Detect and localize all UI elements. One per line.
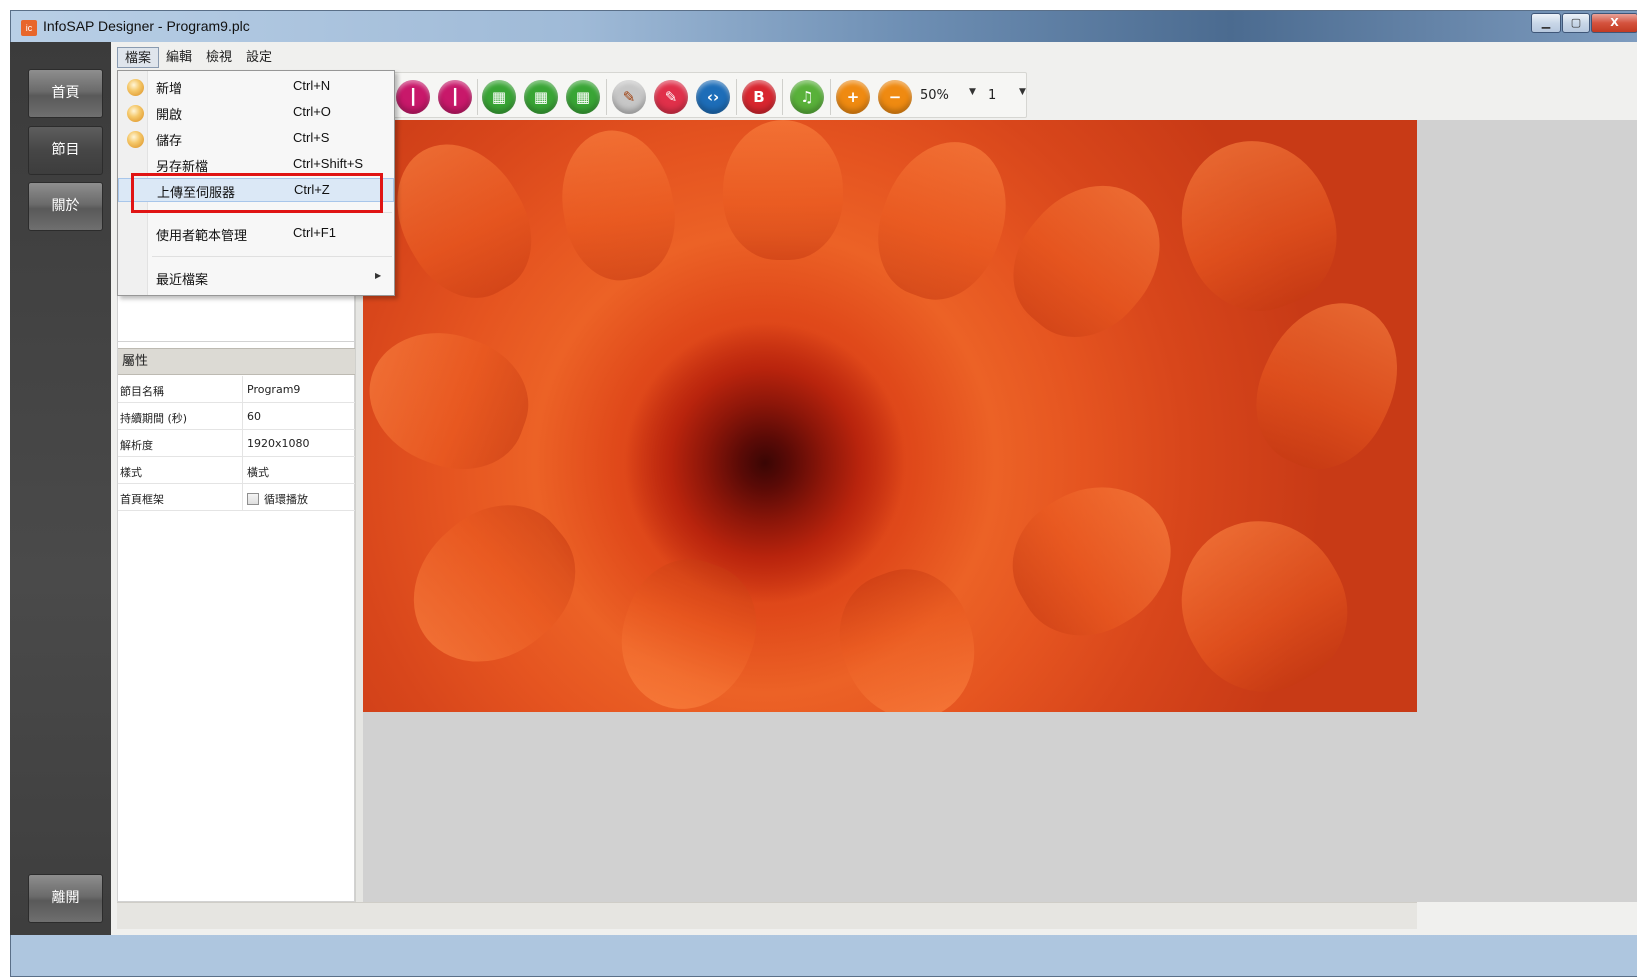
- program-name-value[interactable]: Program9: [247, 383, 300, 396]
- divider: [242, 484, 243, 511]
- canvas-area[interactable]: [363, 120, 1637, 902]
- code-icon[interactable]: ‹›: [696, 80, 730, 114]
- image-detail: [986, 156, 1190, 364]
- image-detail: [371, 120, 555, 320]
- zoom-in-icon[interactable]: +: [836, 80, 870, 114]
- divider: [242, 430, 243, 457]
- open-icon: [127, 105, 144, 122]
- loop-play-option[interactable]: 循環播放: [247, 491, 308, 507]
- loop-play-checkbox[interactable]: [247, 493, 259, 505]
- menu-bar: 檔案 編輯 檢視 設定: [117, 47, 279, 69]
- chevron-down-icon[interactable]: ▼: [969, 87, 976, 97]
- toolbar-divider: [606, 79, 607, 115]
- text-marker-2-icon[interactable]: ┃: [438, 80, 472, 114]
- menu-separator: [152, 256, 392, 257]
- music-icon[interactable]: ♫: [790, 80, 824, 114]
- image-detail: [988, 459, 1198, 661]
- nav-program-button[interactable]: 節目: [28, 126, 103, 175]
- menu-item-shortcut: Ctrl+O: [293, 104, 331, 119]
- toolbar-divider: [736, 79, 737, 115]
- style-value[interactable]: 橫式: [247, 464, 269, 480]
- video-2-icon[interactable]: ▦: [524, 80, 558, 114]
- menu-item-template-manager[interactable]: 使用者範本管理 Ctrl+F1: [118, 222, 394, 246]
- window-title: InfoSAP Designer - Program9.plc: [43, 18, 250, 34]
- property-row: 樣式 橫式: [118, 457, 355, 484]
- toolbar-divider: [477, 79, 478, 115]
- submenu-arrow-icon: ▶: [375, 271, 382, 280]
- video-add-icon[interactable]: ▦: [566, 80, 600, 114]
- close-button[interactable]: X: [1591, 13, 1637, 33]
- property-key: 首頁框架: [120, 493, 164, 506]
- menu-item-recent-files[interactable]: 最近檔案 ▶: [118, 266, 394, 290]
- properties-panel: 屬性 節目名稱 Program9 持續期間 (秒) 60 解析度 1920x10…: [117, 342, 355, 902]
- toolbar-divider: [830, 79, 831, 115]
- menu-edit[interactable]: 編輯: [159, 47, 199, 68]
- minimize-button[interactable]: ▁: [1531, 13, 1561, 33]
- menu-item-open[interactable]: 開啟 Ctrl+O: [118, 101, 394, 125]
- menu-item-label: 最近檔案: [156, 273, 209, 288]
- property-row: 節目名稱 Program9: [118, 376, 355, 403]
- image-detail: [1151, 491, 1375, 712]
- image-detail: [601, 542, 775, 712]
- image-detail: [1233, 280, 1417, 490]
- paint-palette-2-icon[interactable]: ✎: [654, 80, 688, 114]
- page-select[interactable]: 1: [988, 88, 996, 103]
- nav-home-button[interactable]: 首頁: [28, 69, 103, 118]
- maximize-button[interactable]: ▢: [1562, 13, 1590, 33]
- new-icon: [127, 79, 144, 96]
- preview-image[interactable]: [363, 120, 1417, 712]
- left-navigation: 首頁 節目 關於 離開: [10, 42, 111, 935]
- chevron-down-icon[interactable]: ▼: [1019, 87, 1026, 97]
- property-key: 節目名稱: [120, 385, 164, 398]
- property-key: 解析度: [120, 439, 153, 452]
- divider: [242, 403, 243, 430]
- toolbar-divider: [782, 79, 783, 115]
- menu-item-save[interactable]: 儲存 Ctrl+S: [118, 127, 394, 151]
- properties-header: 屬性: [118, 348, 355, 375]
- calendar-icon[interactable]: B: [742, 80, 776, 114]
- menu-view[interactable]: 檢視: [199, 47, 239, 68]
- image-detail: [859, 124, 1027, 316]
- nav-about-button[interactable]: 關於: [28, 182, 103, 231]
- menu-item-label: 使用者範本管理: [156, 229, 248, 244]
- property-key: 樣式: [120, 466, 142, 479]
- zoom-out-icon[interactable]: −: [878, 80, 912, 114]
- loop-play-label: 循環播放: [264, 493, 308, 506]
- property-row: 持續期間 (秒) 60: [118, 403, 355, 430]
- title-bar[interactable]: ic InfoSAP Designer - Program9.plc ▁ ▢ X: [11, 11, 1637, 43]
- image-detail: [821, 552, 995, 712]
- property-row: 解析度 1920x1080: [118, 430, 355, 457]
- zoom-select[interactable]: 50%: [920, 88, 949, 103]
- menu-item-shortcut: Ctrl+S: [293, 130, 330, 145]
- menu-item-shortcut: Ctrl+N: [293, 78, 331, 93]
- menu-settings[interactable]: 設定: [239, 47, 279, 68]
- resolution-value[interactable]: 1920x1080: [247, 437, 310, 450]
- save-icon: [127, 131, 144, 148]
- image-detail: [382, 476, 604, 694]
- divider: [242, 457, 243, 484]
- property-row: 首頁框架 循環播放: [118, 484, 355, 511]
- annotation-highlight-box: [131, 173, 383, 213]
- image-detail: [1158, 120, 1358, 331]
- image-detail: [363, 311, 546, 489]
- menu-item-new[interactable]: 新增 Ctrl+N: [118, 75, 394, 99]
- duration-value[interactable]: 60: [247, 410, 261, 423]
- paint-palette-icon[interactable]: ✎: [612, 80, 646, 114]
- image-detail: [550, 121, 686, 289]
- menu-item-label: 新增: [156, 82, 183, 97]
- menu-item-label: 開啟: [156, 108, 183, 123]
- status-bar: [117, 902, 1417, 929]
- menu-item-shortcut: Ctrl+F1: [293, 225, 336, 240]
- menu-file[interactable]: 檔案: [117, 47, 160, 68]
- divider: [242, 376, 243, 403]
- nav-exit-button[interactable]: 離開: [28, 874, 103, 923]
- video-icon[interactable]: ▦: [482, 80, 516, 114]
- app-icon: ic: [21, 20, 37, 36]
- menu-item-shortcut: Ctrl+Shift+S: [293, 156, 364, 171]
- image-detail: [723, 120, 843, 260]
- property-key: 持續期間 (秒): [120, 412, 188, 425]
- menu-item-label: 儲存: [156, 134, 183, 149]
- text-marker-icon[interactable]: ┃: [396, 80, 430, 114]
